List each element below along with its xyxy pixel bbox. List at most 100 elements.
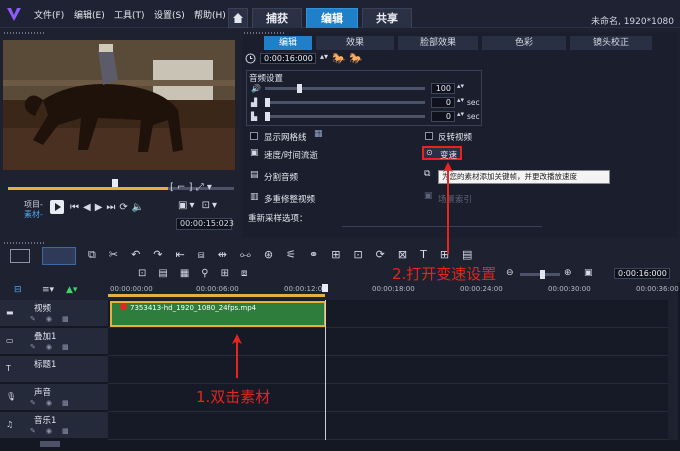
voice-lane[interactable] xyxy=(108,384,668,412)
step1-annotation: 1.双击素材 xyxy=(196,388,271,406)
speed-time-button[interactable]: 速度/时间流逝 xyxy=(264,149,318,161)
timeline-scrollbar[interactable] xyxy=(668,300,678,440)
volume-field[interactable]: 100 xyxy=(431,83,455,94)
play-button[interactable] xyxy=(50,200,64,214)
tab-lens-correction[interactable]: 镜头校正 xyxy=(570,36,652,50)
home-tab[interactable] xyxy=(228,8,248,28)
fade-in-slider[interactable] xyxy=(265,98,425,107)
tab-edit-options[interactable]: 编辑 xyxy=(264,36,312,50)
tab-face-effects[interactable]: 脸部效果 xyxy=(398,36,478,50)
arrow-up-icon xyxy=(232,334,242,378)
chapter-icon[interactable]: ≡▾ xyxy=(42,285,54,295)
track-header-voice[interactable]: 🎙 声音 ✎◉▩ xyxy=(0,384,108,411)
scene-index-icon: ▣ xyxy=(424,191,433,201)
mark-in-out-icons[interactable]: [ ⌐ ] ⤢ ▾ xyxy=(170,182,212,193)
storyboard-view-button[interactable] xyxy=(10,249,30,263)
horse-icons[interactable]: 🐎 🐎 xyxy=(332,52,363,65)
edit-tools[interactable]: ⧉✂↶↷⇤⧈⇹⧟⊛⚟⚭⊞⊡⟳⊠T⊞▤ xyxy=(88,248,485,262)
multi-trim-button[interactable]: 多重修整视频 xyxy=(264,193,315,205)
timeline-toolbar: ⧉✂↶↷⇤⧈⇹⧟⊛⚟⚭⊞⊡⟳⊠T⊞▤ ⊡▤▦⚲⊞⧈ 2.打开变速设置 ⊖ ⊕ ▣… xyxy=(0,242,680,283)
speed-icon: ⊙ xyxy=(426,148,433,157)
volume-knob[interactable] xyxy=(297,84,302,93)
ruler-tick: 00:00:24:00 xyxy=(460,285,503,293)
fade-in-spinner[interactable]: ▴▾ xyxy=(457,96,464,104)
tab-effects[interactable]: 效果 xyxy=(316,36,394,50)
secondary-tools[interactable]: ⊡▤▦⚲⊞⧈ xyxy=(138,268,259,279)
music-lane[interactable] xyxy=(108,412,668,440)
menu-edit[interactable]: 编辑(E) xyxy=(74,8,105,21)
speed-button[interactable]: ⊙ 变速 xyxy=(422,146,462,161)
clock-icon xyxy=(245,53,256,64)
view-controls[interactable]: ▣▾ ⊡▾ xyxy=(178,200,219,211)
playhead-marker[interactable] xyxy=(322,284,328,292)
playhead-line xyxy=(325,300,326,440)
track-controls[interactable]: ✎◉▩ xyxy=(30,343,79,351)
fade-in-icon: ▟ xyxy=(251,98,258,107)
fade-in-field[interactable]: 0 xyxy=(431,97,455,108)
ruler-tick: 00:00:12:00 xyxy=(284,285,327,293)
volume-slider[interactable] xyxy=(265,84,425,93)
zoom-knob[interactable] xyxy=(540,270,545,279)
volume-spinner[interactable]: ▴▾ xyxy=(457,82,464,90)
keyframe-icon: ⧉ xyxy=(424,169,431,179)
panel-grip-right xyxy=(244,32,284,34)
fade-in-knob[interactable] xyxy=(265,98,270,107)
trim-bar[interactable] xyxy=(8,187,168,190)
transport-controls[interactable]: ⏮◀▶⏭⟳🔈 xyxy=(70,202,148,213)
tab-share[interactable]: 共享 xyxy=(362,8,412,28)
preview-frame-image xyxy=(3,40,235,170)
title-bar: 文件(F) 编辑(E) 工具(T) 设置(S) 帮助(H) 捕获 编辑 共享 未… xyxy=(0,0,680,28)
menu-settings[interactable]: 设置(S) xyxy=(154,8,185,21)
step2-annotation: 2.打开变速设置 xyxy=(392,265,497,283)
fade-out-spinner[interactable]: ▴▾ xyxy=(457,110,464,118)
grid-icon[interactable]: ▦ xyxy=(314,129,323,139)
reverse-checkbox[interactable] xyxy=(425,132,433,140)
add-track-icon[interactable]: ▲▾ xyxy=(66,285,77,295)
track-name: 声音 xyxy=(34,388,52,398)
track-controls[interactable]: ✎◉▩ xyxy=(30,315,79,323)
menu-file[interactable]: 文件(F) xyxy=(34,8,64,21)
overlay-lane[interactable] xyxy=(108,328,668,356)
clip-filename: 7353413-hd_1920_1080_24fps.mp4 xyxy=(130,304,257,312)
track-header-overlay[interactable]: ▭ 叠加1 ✎◉▩ xyxy=(0,328,108,355)
duration-spinner[interactable]: ▴▾ xyxy=(320,52,328,61)
track-controls[interactable]: ✎◉▩ xyxy=(30,399,79,407)
title-lane[interactable] xyxy=(108,356,668,384)
tab-color[interactable]: 色彩 xyxy=(482,36,566,50)
track-controls[interactable]: ✎◉▩ xyxy=(30,427,79,435)
options-panel: 编辑 效果 脸部效果 色彩 镜头校正 0:00:16:000 ▴▾ 🐎 🐎 音频… xyxy=(242,32,678,238)
ruler-tick: 00:00:06:00 xyxy=(196,285,239,293)
track-name: 标题1 xyxy=(34,360,57,370)
menu-help[interactable]: 帮助(H) xyxy=(194,8,226,21)
fit-project-icon[interactable]: ▣ xyxy=(584,268,593,278)
tab-edit[interactable]: 编辑 xyxy=(306,8,358,28)
tooltip: 为您的素材添加关键帧，并更改播放速度 xyxy=(438,170,610,184)
timeline-view-button[interactable] xyxy=(42,247,76,265)
zoom-in-icon[interactable]: ⊕ xyxy=(564,268,572,278)
audio-settings-group: 音频设置 🔊 100 ▴▾ ▟ 0 ▴▾ sec ▙ 0 ▴▾ sec xyxy=(246,70,482,126)
toolbar-timecode[interactable]: 0:00:16:000 xyxy=(614,268,670,279)
video-track-icon: ▬ xyxy=(6,308,14,317)
fade-out-slider[interactable] xyxy=(265,112,425,121)
fade-out-knob[interactable] xyxy=(265,112,270,121)
ruler-tick: 00:00:00:00 xyxy=(110,285,153,293)
horizontal-scroll-thumb[interactable] xyxy=(40,441,60,447)
time-ruler[interactable]: 00:00:00:00 00:00:06:00 00:00:12:00 00:0… xyxy=(108,282,679,300)
material-label[interactable]: 素材- xyxy=(24,209,43,220)
track-header-music[interactable]: ♫ 音乐1 ✎◉▩ xyxy=(0,412,108,439)
split-audio-button[interactable]: 分割音频 xyxy=(264,171,298,183)
track-manager-icon[interactable]: ⊟ xyxy=(14,285,22,295)
menu-tools[interactable]: 工具(T) xyxy=(114,8,145,21)
track-name: 视频 xyxy=(34,304,52,314)
scrubber-handle[interactable] xyxy=(112,179,118,187)
fade-out-field[interactable]: 0 xyxy=(431,111,455,122)
video-clip[interactable]: 7353413-hd_1920_1080_24fps.mp4 xyxy=(110,301,326,327)
duration-field[interactable]: 0:00:16:000 xyxy=(260,53,316,64)
preview-timecode[interactable]: 00:00:15:023 xyxy=(176,218,234,230)
track-header-video[interactable]: ▬ 视频 ✎◉▩ xyxy=(0,300,108,327)
tab-capture[interactable]: 捕获 xyxy=(252,8,302,28)
zoom-slider[interactable] xyxy=(520,270,560,279)
track-header-title[interactable]: T 标题1 xyxy=(0,356,108,383)
zoom-out-icon[interactable]: ⊖ xyxy=(506,268,514,278)
show-grid-checkbox[interactable] xyxy=(250,132,258,140)
